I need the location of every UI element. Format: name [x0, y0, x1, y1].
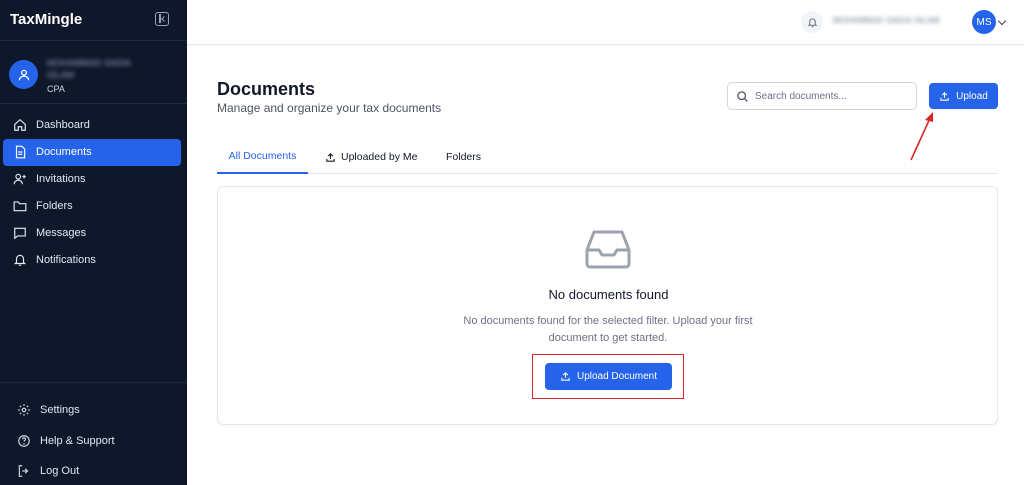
tab-label: Uploaded by Me	[341, 151, 418, 163]
sidebar-item-label: Messages	[36, 227, 87, 240]
sidebar-item-label: Notifications	[36, 254, 96, 267]
sidebar-item-invitations[interactable]: Invitations	[3, 166, 181, 193]
search-box[interactable]	[727, 82, 917, 110]
bell-icon	[807, 17, 817, 27]
sidebar-item-documents[interactable]: Documents	[3, 139, 181, 166]
upload-button-label: Upload	[956, 90, 988, 102]
sidebar-item-folders[interactable]: Folders	[3, 193, 181, 220]
upload-document-label: Upload Document	[576, 371, 658, 382]
sidebar-bottom: Settings Help & Support Log Out	[10, 395, 180, 485]
tab-label: Folders	[446, 151, 482, 163]
tab-folders[interactable]: Folders	[446, 140, 481, 174]
sidebar-item-settings[interactable]: Settings	[10, 395, 180, 425]
search-icon	[737, 90, 748, 102]
page-title: Documents	[217, 79, 316, 99]
tab-label: All Documents	[228, 150, 297, 162]
sidebar-item-label: Log Out	[40, 465, 80, 477]
gear-icon	[16, 402, 32, 418]
tab-all-documents[interactable]: All Documents	[217, 140, 308, 174]
upload-document-button[interactable]: Upload Document	[545, 363, 672, 390]
sidebar-item-logout[interactable]: Log Out	[10, 456, 180, 485]
user-plus-icon	[12, 171, 28, 187]
empty-state-card: No documents found No documents found fo…	[217, 186, 998, 425]
sidebar-divider	[0, 40, 187, 41]
sidebar-item-notifications[interactable]: Notifications	[3, 247, 181, 274]
sidebar-item-label: Documents	[36, 146, 92, 159]
sidebar: TaxMingle MOHAMMAD SADIA ISLAM CPA Dashb…	[0, 0, 187, 485]
sidebar-nav: Dashboard Documents Invitations Folders …	[3, 112, 181, 274]
user-avatar	[9, 60, 38, 89]
bell-icon	[12, 252, 28, 268]
header-avatar[interactable]: MS	[972, 10, 996, 34]
app-logo: TaxMingle	[10, 11, 83, 28]
sidebar-item-label: Help & Support	[40, 434, 115, 447]
upload-icon	[940, 91, 949, 101]
logout-icon	[16, 463, 32, 479]
header-user-name[interactable]: MOHAMMAD SADIA ISLAM	[833, 16, 939, 25]
search-input[interactable]	[755, 90, 905, 102]
folder-icon	[12, 198, 28, 214]
message-icon	[12, 225, 28, 241]
user-role: CPA	[47, 84, 65, 94]
home-icon	[12, 117, 28, 133]
empty-state-text: No documents found for the selected filt…	[463, 315, 753, 344]
top-header: MOHAMMAD SADIA ISLAM MS	[187, 0, 1024, 45]
tab-uploaded-by-me[interactable]: Uploaded by Me	[325, 140, 417, 174]
user-name: MOHAMMAD SADIA ISLAM	[47, 58, 131, 80]
sidebar-item-dashboard[interactable]: Dashboard	[3, 112, 181, 139]
chevron-down-icon[interactable]	[997, 16, 1007, 26]
sidebar-item-messages[interactable]: Messages	[3, 220, 181, 247]
page-subtitle: Manage and organize your tax documents	[217, 101, 442, 115]
sidebar-item-label: Dashboard	[36, 119, 90, 132]
document-icon	[12, 144, 28, 160]
empty-state-title: No documents found	[548, 287, 669, 302]
sidebar-item-label: Invitations	[36, 173, 86, 186]
sidebar-item-help[interactable]: Help & Support	[10, 426, 180, 456]
sidebar-collapse-icon[interactable]	[155, 12, 169, 26]
sidebar-item-label: Settings	[40, 404, 80, 416]
inbox-icon	[585, 230, 631, 269]
sidebar-divider	[0, 382, 187, 383]
upload-icon	[326, 152, 335, 162]
upload-button[interactable]: Upload	[929, 83, 998, 109]
user-icon	[18, 69, 29, 80]
notifications-button[interactable]	[801, 11, 823, 33]
help-icon	[16, 433, 32, 449]
upload-icon	[561, 372, 570, 381]
sidebar-item-label: Folders	[36, 200, 73, 213]
document-tabs: All Documents Uploaded by Me Folders	[217, 140, 998, 174]
sidebar-divider	[0, 103, 187, 104]
